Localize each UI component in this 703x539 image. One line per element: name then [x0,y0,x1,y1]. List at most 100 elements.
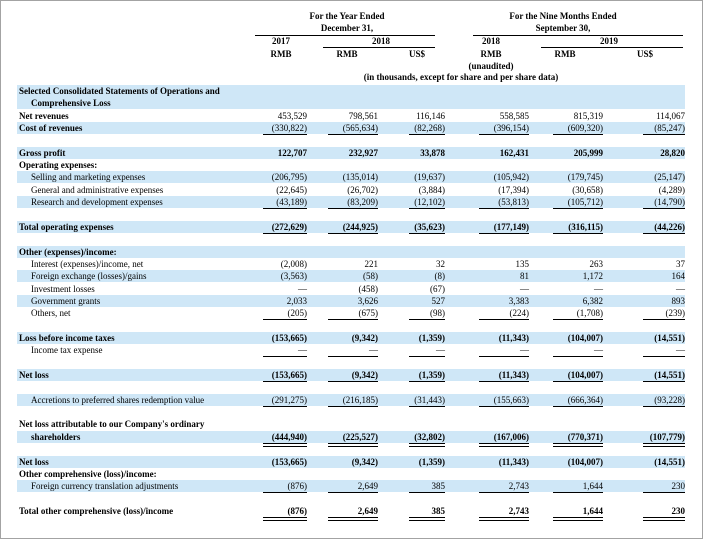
row-value: (9,342) [351,333,378,343]
row-value: (17,394) [498,184,529,195]
row-value: (22,645) [276,184,307,195]
subtotal-rule [328,134,378,136]
total-double-rule [328,516,378,521]
row-value: (9,342) [351,370,378,381]
row-value: (30,658) [572,184,603,195]
row-value: 1,172 [582,271,603,282]
row-value: 798,561 [348,110,378,121]
subtotal-rule [263,208,307,210]
row-value: (19,637) [414,172,445,183]
row-value: 164 [671,271,686,282]
row-value: (107,779) [649,431,685,442]
row-value: (458) [358,283,379,294]
row-value: 558,585 [499,110,529,121]
year-2018-rule [323,47,435,48]
row-label: Net loss [19,456,49,467]
year-2018-nine: 2018 [482,36,500,46]
subtotal-rule [409,134,445,136]
subtotal-rule [479,319,529,321]
row-value: (565,634) [342,123,378,134]
row-value: (83,209) [347,197,378,208]
row-value: (216,185) [342,394,378,405]
row-value: (205) [287,308,308,319]
subtotal-rule [553,356,603,358]
row-value: (14,790) [654,197,685,208]
total-double-rule [553,516,603,521]
row-value: 6,382 [582,295,603,306]
row-value: — [594,345,603,356]
row-value: (876) [287,505,308,516]
row-value: (25,147) [654,172,685,183]
row-value: 3,626 [357,295,378,306]
row-value: (104,007) [567,333,603,343]
row-value: — [369,345,378,356]
subtotal-rule [643,319,685,321]
row-value: 205,999 [573,147,603,158]
subtotal-rule [553,492,603,494]
row-value: (396,154) [493,123,529,134]
row-value: (11,343) [498,456,529,467]
subtotal-rule [553,134,603,136]
row-label: Others, net [31,308,71,319]
total-double-rule [409,516,445,521]
row-value: 232,927 [348,147,378,158]
subtotal-rule [263,405,307,407]
row-value: 135 [515,258,530,269]
currency-col-2: RMB [336,49,358,59]
total-double-rule [553,442,603,447]
row-value: (272,629) [271,221,307,232]
total-double-rule [328,442,378,447]
year-2018-annual: 2018 [372,36,390,46]
row-value: (85,247) [654,123,685,134]
subtotal-rule [328,381,378,383]
row-value: (330,822) [271,123,307,134]
row-value: (1,359) [418,333,445,343]
total-double-rule [479,516,529,521]
row-value: — [520,345,529,356]
row-label: shareholders [31,431,81,442]
subtotal-rule [409,381,445,383]
row-label: Government grants [31,295,101,306]
row-label: Research and development expenses [31,197,163,208]
row-value: (316,115) [568,221,603,232]
row-label: General and administrative expenses [31,184,164,195]
unaudited-label: (unaudited) [468,61,514,71]
row-value: 122,707 [277,147,307,158]
row-label: Other comprehensive (loss)/income: [19,468,157,479]
row-label: Interest (expenses)/income, net [31,258,144,269]
row-value: (93,228) [654,394,685,405]
row-label: Selected Consolidated Statements of Oper… [19,86,220,96]
row-value: (35,623) [414,221,445,232]
row-value: (14,551) [654,370,685,381]
row-value: — [594,283,603,294]
row-value: (11,343) [498,370,529,381]
row-label: Selling and marketing expenses [31,172,146,183]
subtotal-rule [328,405,378,407]
row-value: — [298,283,307,294]
row-label: Cost of revenues [19,123,83,134]
total-double-rule [263,442,307,447]
subtotal-rule [328,492,378,494]
row-value: (291,275) [271,394,307,405]
row-label: Total other comprehensive (loss)/income [19,505,174,516]
period-nine-date: September 30, [535,23,591,33]
row-value: (167,006) [493,431,529,442]
row-value: — [676,283,685,294]
subtotal-rule [553,232,603,234]
row-value: 116,146 [416,110,445,121]
subtotal-rule [553,208,603,210]
subtotal-rule [643,405,685,407]
subtotal-rule [409,356,445,358]
row-value: (444,940) [271,431,307,442]
row-value: 385 [431,481,446,492]
row-value: (43,189) [276,197,307,208]
row-value: (67) [430,283,445,294]
row-label: Loss before income taxes [19,333,115,343]
row-label: Foreign currency translation adjustments [31,481,179,492]
row-label: Net revenues [19,110,69,121]
row-value: (1,359) [418,370,445,381]
subtotal-rule [328,232,378,234]
row-highlight [17,245,685,258]
row-value: (31,443) [414,394,445,405]
statement-of-operations: For the Year Ended December 31, For the … [0,0,703,539]
